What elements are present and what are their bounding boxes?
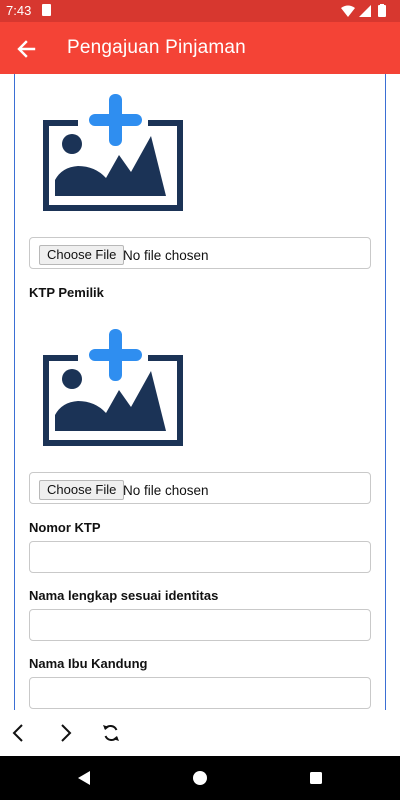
chevron-left-icon bbox=[12, 724, 23, 742]
chevron-right-icon bbox=[61, 724, 72, 742]
browser-refresh-button[interactable] bbox=[98, 720, 124, 746]
status-time: 7:43 bbox=[6, 3, 32, 18]
app-bar: Pengajuan Pinjaman bbox=[0, 22, 400, 74]
file-input-2[interactable]: Choose File No file chosen bbox=[29, 472, 371, 504]
image-add-icon bbox=[40, 328, 185, 453]
home-circle-icon bbox=[193, 771, 207, 785]
mother-name-label: Nama Ibu Kandung bbox=[29, 656, 148, 671]
frame-border-left bbox=[14, 74, 15, 710]
browser-nav-bar bbox=[0, 710, 400, 756]
arrow-left-icon bbox=[17, 40, 36, 58]
page-title: Pengajuan Pinjaman bbox=[67, 37, 246, 58]
loan-form[interactable]: Choose File No file chosen KTP Pemilik C… bbox=[0, 74, 400, 710]
frame-border-right bbox=[385, 74, 386, 710]
choose-file-button-1[interactable]: Choose File bbox=[39, 245, 125, 265]
full-name-input[interactable] bbox=[29, 609, 371, 641]
signal-icon bbox=[359, 5, 371, 17]
system-home-button[interactable] bbox=[189, 767, 211, 789]
mother-name-input[interactable] bbox=[29, 677, 371, 709]
browser-forward-button[interactable] bbox=[53, 720, 79, 746]
wifi-icon bbox=[341, 5, 355, 17]
file-status-1: No file chosen bbox=[123, 248, 209, 263]
file-status-2: No file chosen bbox=[123, 483, 209, 498]
full-name-label: Nama lengkap sesuai identitas bbox=[29, 588, 219, 603]
file-input-1[interactable]: Choose File No file chosen bbox=[29, 237, 371, 269]
browser-back-button[interactable] bbox=[5, 720, 31, 746]
back-triangle-icon bbox=[78, 771, 90, 785]
system-recents-button[interactable] bbox=[305, 767, 327, 789]
choose-file-button-2[interactable]: Choose File bbox=[39, 480, 125, 500]
status-bar: 7:43 bbox=[0, 0, 400, 22]
system-back-button[interactable] bbox=[73, 767, 95, 789]
system-nav-bar bbox=[0, 756, 400, 800]
ktp-number-input[interactable] bbox=[29, 541, 371, 573]
sim-card-icon bbox=[42, 4, 51, 16]
image-add-icon bbox=[40, 93, 185, 218]
ktp-number-label: Nomor KTP bbox=[29, 520, 101, 535]
back-button[interactable] bbox=[12, 35, 40, 63]
status-icons bbox=[340, 4, 392, 21]
ktp-owner-label: KTP Pemilik bbox=[29, 285, 104, 300]
refresh-icon bbox=[103, 724, 119, 742]
battery-icon bbox=[378, 4, 386, 17]
recents-square-icon bbox=[310, 772, 322, 784]
